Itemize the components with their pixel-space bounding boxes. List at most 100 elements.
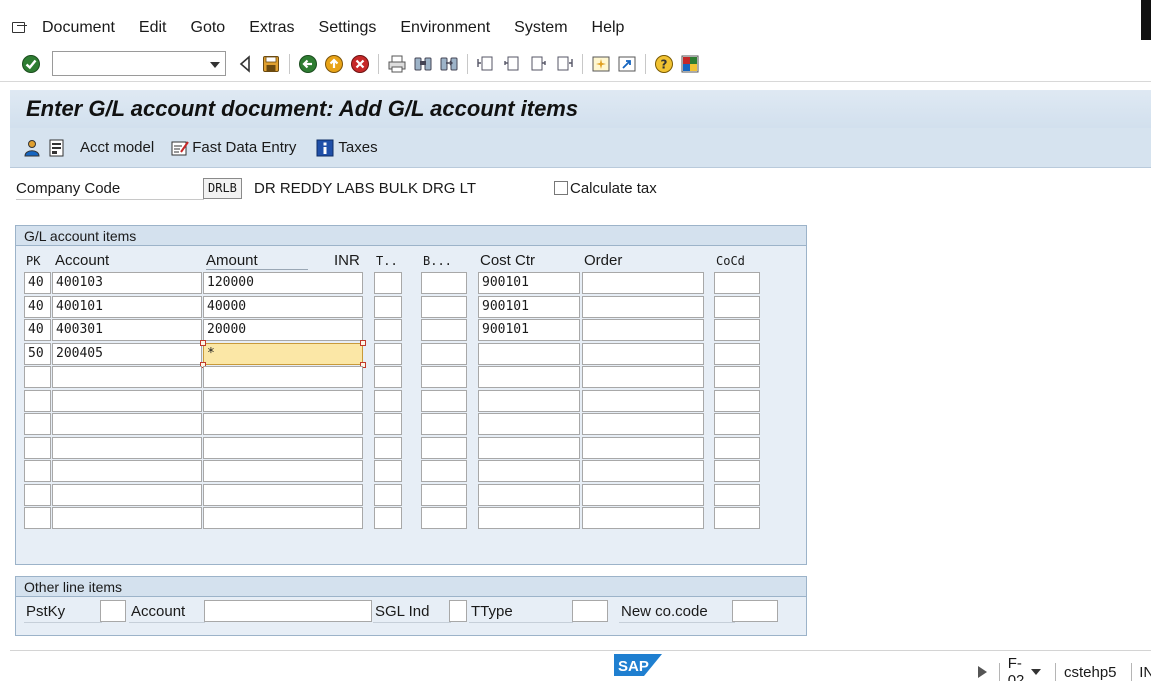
amount-cell[interactable]: [203, 460, 363, 482]
cocd-cell[interactable]: [714, 366, 760, 388]
status-transaction[interactable]: F-02: [1008, 655, 1042, 681]
order-cell[interactable]: [582, 366, 704, 388]
cocd-cell[interactable]: [714, 342, 760, 365]
save-icon[interactable]: [260, 53, 282, 75]
pk-cell[interactable]: [24, 507, 51, 529]
account-cell[interactable]: [52, 507, 202, 529]
t-cell[interactable]: [374, 272, 402, 294]
order-cell[interactable]: [582, 436, 704, 459]
account-cell[interactable]: [52, 483, 202, 506]
account-cell[interactable]: [52, 460, 202, 482]
order-cell[interactable]: [582, 295, 704, 318]
amount-cell[interactable]: [203, 366, 363, 388]
find-next-icon[interactable]: [438, 53, 460, 75]
cost-ctr-cell[interactable]: [478, 507, 580, 529]
cocd-cell[interactable]: [714, 319, 760, 341]
cost-ctr-cell[interactable]: [478, 483, 580, 506]
cocd-cell[interactable]: [714, 436, 760, 459]
menu-edit[interactable]: Edit: [139, 19, 167, 37]
customize-layout-icon[interactable]: [679, 53, 701, 75]
b-cell[interactable]: [421, 460, 467, 482]
order-cell[interactable]: [582, 413, 704, 435]
cost-ctr-cell[interactable]: 900101: [478, 295, 580, 318]
amount-cell[interactable]: [203, 436, 363, 459]
chevron-down-icon[interactable]: [1031, 669, 1042, 675]
account-cell[interactable]: 200405: [52, 342, 202, 365]
cost-ctr-cell[interactable]: 900101: [478, 272, 580, 294]
shortcut-icon[interactable]: [616, 53, 638, 75]
amount-cell[interactable]: [203, 507, 363, 529]
cost-ctr-cell[interactable]: [478, 366, 580, 388]
menu-help[interactable]: Help: [592, 19, 625, 37]
b-cell[interactable]: [421, 436, 467, 459]
t-cell[interactable]: [374, 460, 402, 482]
pk-cell[interactable]: [24, 389, 51, 412]
pk-cell[interactable]: [24, 483, 51, 506]
b-cell[interactable]: [421, 342, 467, 365]
help-icon[interactable]: ?: [653, 53, 675, 75]
account-cell[interactable]: 400103: [52, 272, 202, 294]
cocd-cell[interactable]: [714, 460, 760, 482]
account-cell[interactable]: 400101: [52, 295, 202, 318]
t-cell[interactable]: [374, 319, 402, 341]
status-expand-icon[interactable]: [978, 666, 987, 678]
company-code-field[interactable]: DRLB: [203, 178, 242, 199]
cost-ctr-cell[interactable]: [478, 436, 580, 459]
sgl-ind-field[interactable]: [449, 600, 467, 622]
fast-data-entry-icon[interactable]: [170, 138, 190, 158]
fast-data-entry-button[interactable]: Fast Data Entry: [192, 139, 296, 156]
new-cocode-field[interactable]: [732, 600, 778, 622]
menu-system[interactable]: System: [514, 19, 567, 37]
calculate-tax-checkbox[interactable]: [554, 181, 568, 195]
pstky-field[interactable]: [100, 600, 126, 622]
cocd-cell[interactable]: [714, 483, 760, 506]
exit-icon[interactable]: [323, 53, 345, 75]
menu-document[interactable]: Document: [42, 19, 115, 37]
amount-cell[interactable]: [203, 413, 363, 435]
order-cell[interactable]: [582, 460, 704, 482]
enter-checkmark-icon[interactable]: [20, 53, 42, 75]
amount-cell[interactable]: 20000: [203, 319, 363, 341]
account-cell[interactable]: [52, 413, 202, 435]
print-icon[interactable]: [386, 53, 408, 75]
taxes-button[interactable]: Taxes: [338, 139, 377, 156]
cocd-cell[interactable]: [714, 272, 760, 294]
t-cell[interactable]: [374, 342, 402, 365]
t-cell[interactable]: [374, 507, 402, 529]
order-cell[interactable]: [582, 319, 704, 341]
cocd-cell[interactable]: [714, 389, 760, 412]
previous-page-icon[interactable]: [501, 53, 523, 75]
pk-cell[interactable]: 40: [24, 295, 51, 318]
cocd-cell[interactable]: [714, 413, 760, 435]
acct-model-button[interactable]: Acct model: [80, 139, 154, 156]
document-overview-icon[interactable]: [48, 138, 66, 158]
menu-environment[interactable]: Environment: [400, 19, 490, 37]
t-cell[interactable]: [374, 413, 402, 435]
first-page-icon[interactable]: [475, 53, 497, 75]
pk-cell[interactable]: [24, 436, 51, 459]
amount-cell[interactable]: [203, 483, 363, 506]
account-field[interactable]: [204, 600, 372, 622]
order-cell[interactable]: [582, 342, 704, 365]
account-cell[interactable]: [52, 436, 202, 459]
t-cell[interactable]: [374, 483, 402, 506]
b-cell[interactable]: [421, 319, 467, 341]
pk-cell[interactable]: [24, 460, 51, 482]
t-cell[interactable]: [374, 366, 402, 388]
user-icon[interactable]: [22, 138, 42, 158]
b-cell[interactable]: [421, 295, 467, 318]
back-triangle-icon[interactable]: [234, 53, 256, 75]
back-arrow-icon[interactable]: [297, 53, 319, 75]
order-cell[interactable]: [582, 483, 704, 506]
account-cell[interactable]: 400301: [52, 319, 202, 341]
cost-ctr-cell[interactable]: [478, 413, 580, 435]
account-cell[interactable]: [52, 366, 202, 388]
menu-exit-icon[interactable]: [12, 21, 28, 35]
next-page-icon[interactable]: [527, 53, 549, 75]
t-cell[interactable]: [374, 295, 402, 318]
order-cell[interactable]: [582, 507, 704, 529]
amount-cell[interactable]: [203, 389, 363, 412]
menu-extras[interactable]: Extras: [249, 19, 294, 37]
b-cell[interactable]: [421, 272, 467, 294]
order-cell[interactable]: [582, 272, 704, 294]
